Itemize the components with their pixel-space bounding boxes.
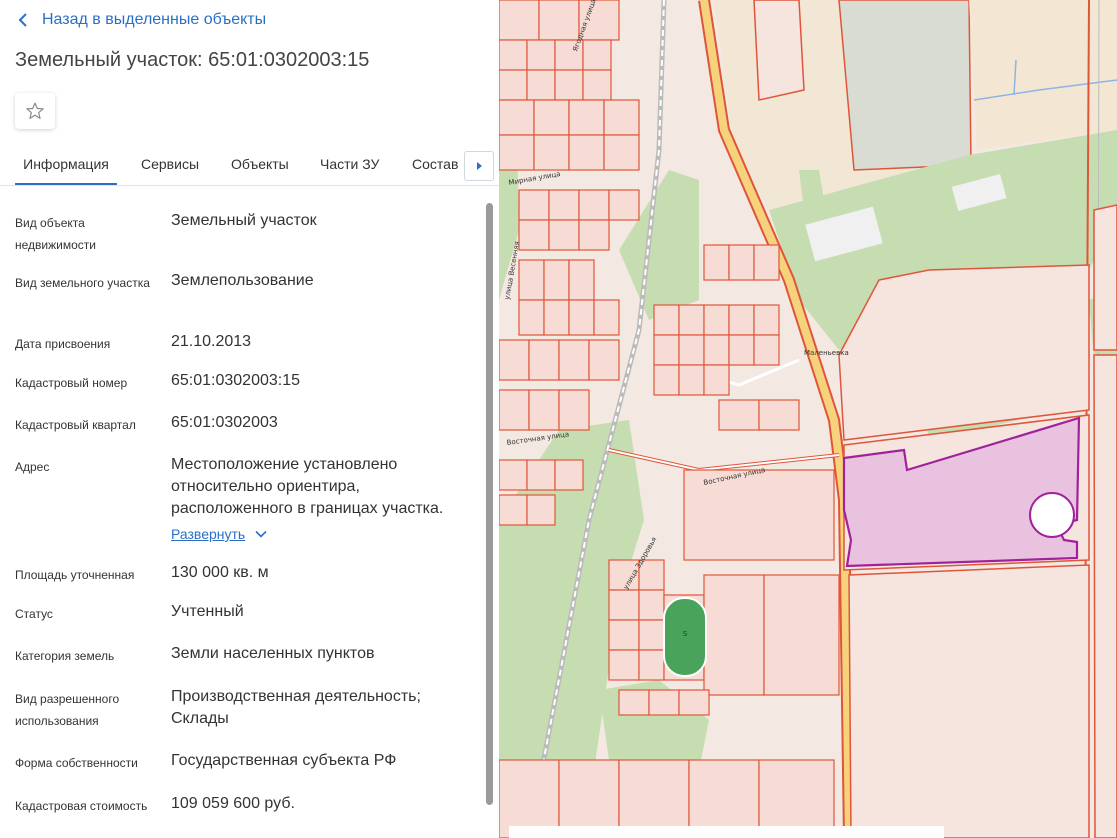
info-value: Местоположение установлено относительно … [171, 456, 444, 517]
info-value: Учтенный [171, 603, 244, 620]
cadastral-map[interactable]: S Мирная улица Ягодная улица улица Весен… [499, 0, 1117, 838]
field-area [969, 0, 1117, 150]
page-title: Земельный участок: 65:01:0302003:15 [15, 49, 370, 71]
info-value: 109 059 600 руб. [171, 795, 295, 812]
info-label: Кадастровая стоимость [15, 799, 148, 813]
info-label: Площадь уточненная [15, 568, 135, 582]
favorite-button[interactable] [15, 93, 55, 129]
info-value: 21.10.2013 [171, 333, 252, 350]
back-link[interactable]: Назад в выделенные объекты [18, 9, 266, 31]
info-value: Земли населенных пунктов [171, 645, 375, 662]
expand-label: Развернуть [171, 526, 246, 542]
info-label: Дата присвоения [15, 337, 111, 351]
tab-services[interactable]: Сервисы [141, 145, 199, 185]
tab-bar: Информация Сервисы Объекты Части ЗУ Сост… [0, 145, 499, 186]
info-label: Вид земельного участка [15, 276, 150, 290]
info-label: Кадастровый квартал [15, 418, 136, 432]
info-value: Государственная субъекта РФ [171, 752, 397, 769]
panel-scrollbar[interactable] [486, 203, 493, 805]
info-value: Землепользование [171, 272, 314, 289]
chevron-down-icon [255, 530, 267, 538]
info-label: Кадастровый номер [15, 376, 128, 390]
chevron-left-icon [18, 13, 27, 27]
info-label: Адрес [15, 460, 50, 474]
tab-composition[interactable]: Состав [412, 145, 458, 185]
tab-parts[interactable]: Части ЗУ [320, 145, 379, 185]
map-canvas: S Мирная улица Ягодная улица улица Весен… [499, 0, 1117, 838]
info-value: 65:01:0302003 [171, 414, 278, 431]
info-label: Вид объекта недвижимости [15, 216, 96, 252]
caret-right-icon [477, 162, 482, 170]
info-label: Категория земель [15, 649, 115, 663]
star-outline-icon [26, 102, 44, 119]
info-value: Земельный участок [171, 212, 317, 229]
info-value: Производственная деятельность; Склады [171, 688, 421, 727]
info-label: Форма собственности [15, 756, 138, 770]
tabs-next-button[interactable] [464, 151, 494, 181]
field-area [838, 0, 972, 171]
info-label: Статус [15, 607, 53, 621]
expand-address-link[interactable]: Развернуть [171, 526, 267, 542]
place-label: Маленьевка [804, 349, 849, 357]
back-link-label: Назад в выделенные объекты [42, 11, 267, 28]
stadium-label: S [683, 630, 688, 638]
tab-objects[interactable]: Объекты [231, 145, 289, 185]
info-value: 65:01:0302003:15 [171, 372, 301, 389]
info-panel: Назад в выделенные объекты Земельный уча… [0, 0, 500, 838]
info-label: Вид разрешенного использования [15, 692, 120, 728]
info-value: 130 000 кв. м [171, 564, 269, 581]
tab-information[interactable]: Информация [15, 145, 117, 185]
